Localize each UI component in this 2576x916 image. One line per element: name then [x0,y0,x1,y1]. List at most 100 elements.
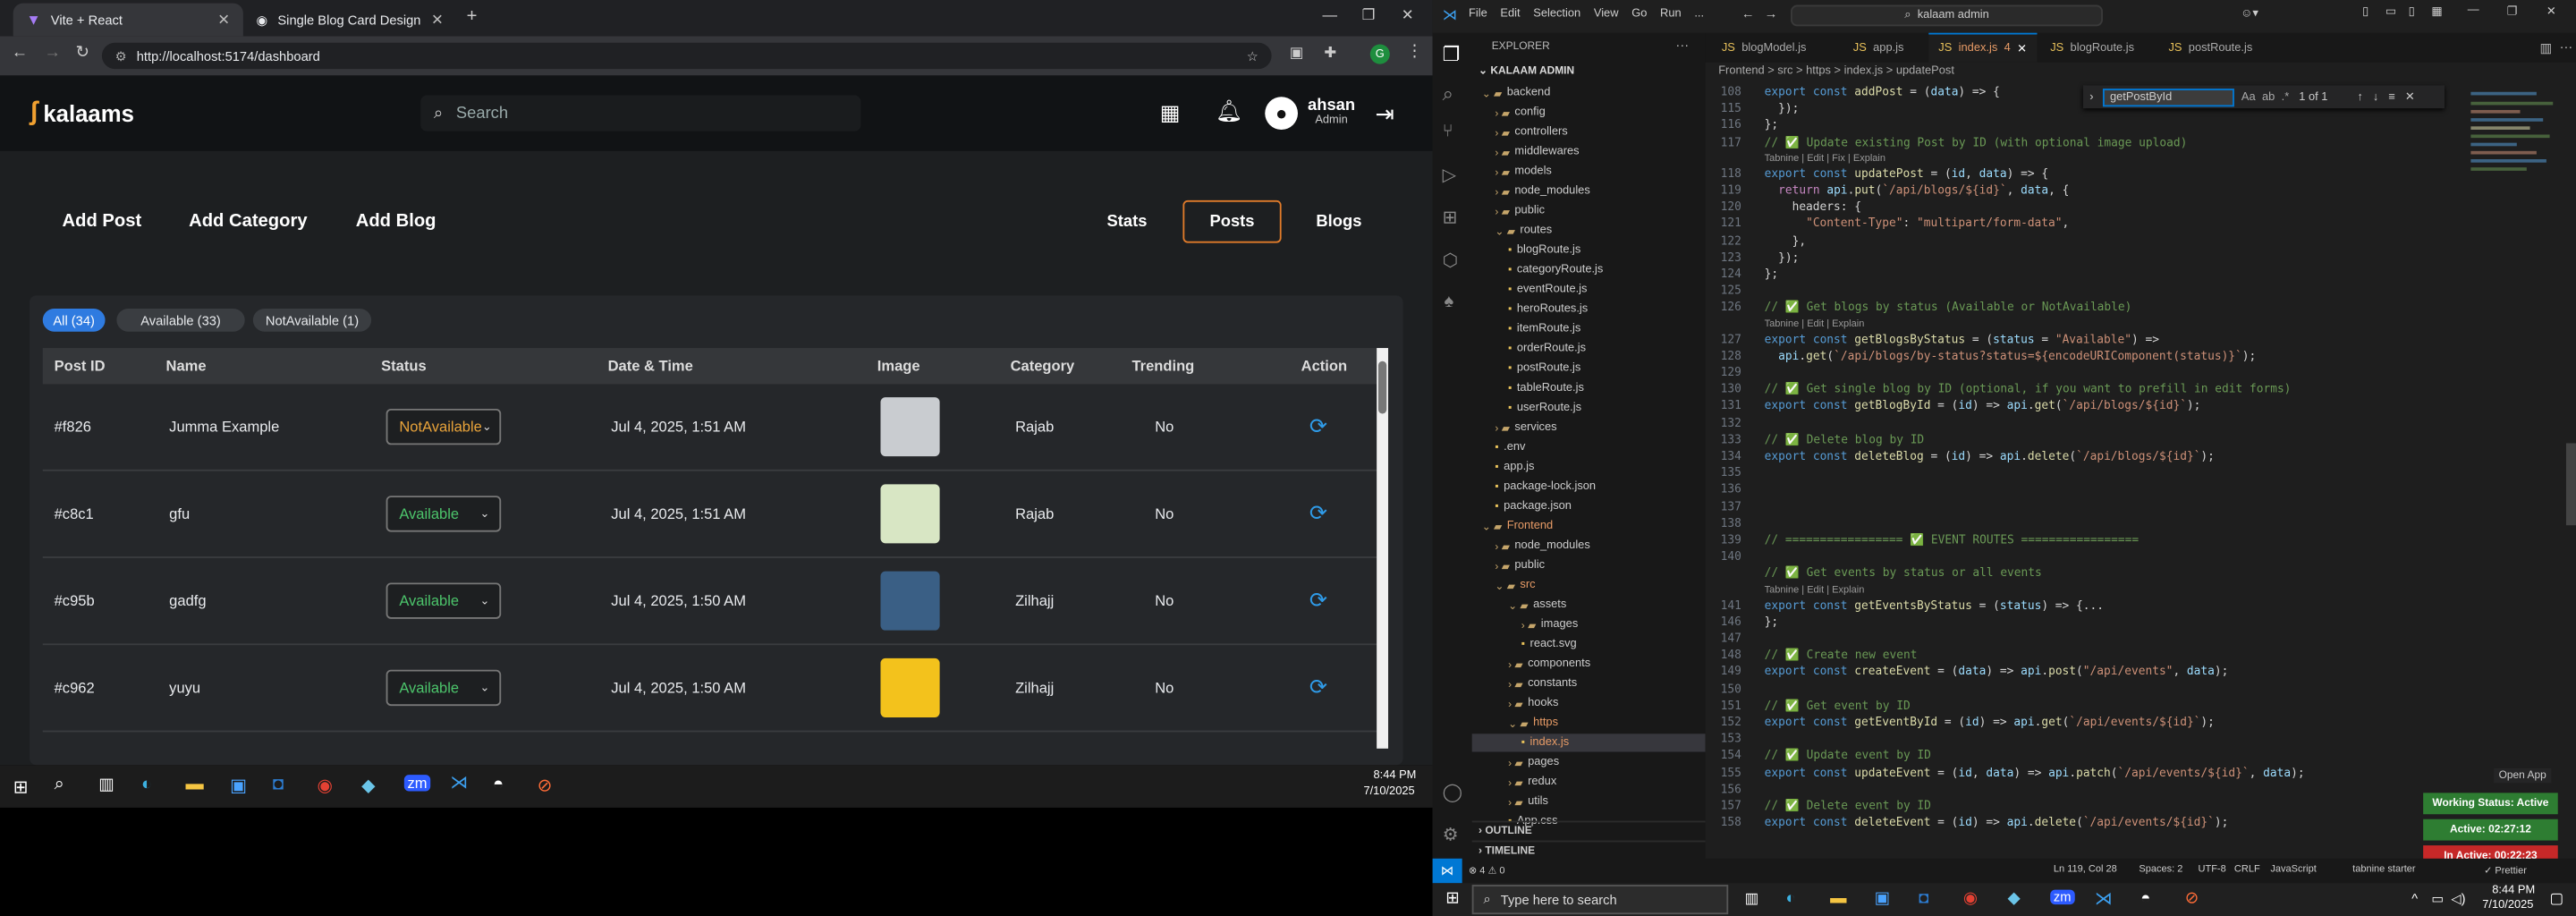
editor-tab[interactable]: JS app.js [1843,33,1914,63]
maximize-icon[interactable]: ❐ [2507,5,2518,18]
regex-icon[interactable]: .* [2282,91,2290,103]
reload-icon[interactable]: ↻ [75,45,89,63]
tree-item[interactable]: › ▰ public [1495,202,1545,220]
bookmark-star-icon[interactable]: ☆ [1247,48,1258,64]
problems-count[interactable]: ⊗ 4 ⚠ 0 [1469,865,1505,877]
tree-item[interactable]: ▪ app.js [1495,458,1534,476]
postman-icon[interactable]: ⊘ [2185,890,2199,908]
code-line[interactable]: // ✅ Get events by status or all events [1765,567,2042,581]
editor-tab[interactable]: JS blogRoute.js [2040,33,2144,63]
remote-icon[interactable]: ⋈ [1432,858,1462,884]
indent-setting[interactable]: Spaces: 2 [2139,865,2182,875]
encoding[interactable]: UTF-8 [2199,865,2226,875]
code-line[interactable]: export const updateEvent = (id, data) =>… [1765,766,2305,779]
workspace-root[interactable]: ⌄ KALAAM ADMIN [1479,64,1574,77]
stats-tab[interactable]: Stats [1084,200,1170,243]
prettier-status[interactable]: ✓ Prettier [2484,865,2527,877]
refresh-icon[interactable]: ⟳ [1309,384,1327,469]
tree-item[interactable]: › ▰ models [1495,163,1551,181]
editor-tab[interactable]: JS blogModel.js [1712,33,1817,63]
previous-match-icon[interactable]: ↑ [2357,91,2362,103]
close-tab-icon[interactable]: ✕ [2017,42,2027,55]
copilot-icon[interactable]: ☺▾ [2241,6,2258,20]
edge-icon[interactable]: ◐ [1785,890,1795,908]
folder-icon[interactable]: ▬ [186,775,204,794]
blogs-tab[interactable]: Blogs [1294,200,1383,243]
tree-item[interactable]: ▪ eventRoute.js [1508,281,1587,299]
run-debug-icon[interactable]: ▷ [1443,165,1457,185]
puzzle-icon[interactable]: ✚ [1324,45,1336,63]
code-line[interactable]: export const getBlogsByStatus = (status … [1765,333,2159,346]
edge-icon[interactable]: ◐ [141,775,152,794]
add-blog-button[interactable]: Add Blog [348,200,444,243]
address-bar[interactable]: ⚙ http://localhost:5174/dashboard ☆ [101,42,1272,70]
code-line[interactable]: // ✅ Update event by ID [1765,750,1931,763]
extension-icon[interactable]: ▣ [1290,45,1304,63]
language-mode[interactable]: JavaScript [2270,865,2316,875]
task-view-icon[interactable]: ▥ [1745,890,1759,908]
add-post-button[interactable]: Add Post [53,200,151,243]
open-app-button[interactable]: Open App [2494,768,2552,784]
code-line[interactable]: export const getEventById = (id) => api.… [1765,716,2215,729]
tree-item[interactable]: ▪ blogRoute.js [1508,242,1580,259]
close-find-icon[interactable]: ✕ [2405,90,2415,104]
cursor-position[interactable]: Ln 119, Col 28 [2054,865,2117,875]
account-icon[interactable]: ◯ [1443,782,1463,802]
breadcrumb[interactable]: Frontend > src > https > index.js > upda… [1718,65,1954,77]
code-line[interactable]: // ✅ Get blogs by status (Available or N… [1765,301,2132,315]
app-icon[interactable]: ◆ [2007,890,2020,908]
layout-sidebar-icon[interactable]: ▯ [2362,5,2368,18]
filter-notavailable[interactable]: NotAvailable (1) [252,308,372,332]
tree-item[interactable]: ▪ itemRoute.js [1508,320,1580,338]
tree-item[interactable]: ▪ categoryRoute.js [1508,261,1603,279]
close-window-icon[interactable]: ✕ [1402,6,1414,24]
code-line[interactable]: return api.put(`/api/blogs/${id}`, data,… [1765,184,2069,198]
windows-start-icon[interactable]: ⊞ [1445,890,1459,908]
next-match-icon[interactable]: ↓ [2373,91,2378,103]
volume-icon[interactable]: ◁) [2451,891,2465,906]
tree-item[interactable]: › ▰ components [1508,655,1590,673]
tree-item[interactable]: ▪ orderRoute.js [1508,340,1586,358]
tree-item[interactable]: ⌄ ▰ Frontend [1482,517,1554,535]
tree-item[interactable]: ⌄ ▰ routes [1495,222,1552,240]
minimize-icon[interactable]: — [1323,6,1338,22]
tree-item[interactable]: ▪ package.json [1495,497,1572,515]
browser-tab-vite[interactable]: ▼ Vite + React ✕ [13,3,243,37]
add-category-button[interactable]: Add Category [187,200,309,243]
chrome-icon[interactable]: ◉ [317,775,333,796]
close-window-icon[interactable]: ✕ [2546,5,2556,18]
tree-item[interactable]: › ▰ config [1495,104,1545,122]
code-line[interactable]: export const addPost = (data) => { [1765,85,2000,98]
posts-tab[interactable]: Posts [1182,199,1282,243]
search-input[interactable]: ⌕ Search [420,95,861,131]
codelens[interactable]: Tabnine | Edit | Explain [1765,319,1865,329]
github-icon[interactable]: ◓ [493,775,504,794]
more-actions-icon[interactable]: ··· [2560,39,2573,55]
menu-item[interactable]: Run [1660,8,1682,20]
code-line[interactable]: }; [1765,267,1778,281]
status-select[interactable]: Available ⌄ [386,582,502,619]
task-view-icon[interactable]: ▥ [98,776,114,794]
outlook-icon[interactable]: ◘ [1919,890,1928,908]
editor-tab[interactable]: JS index.js 4 ✕ [1928,32,2037,63]
chevron-right-icon[interactable]: › [2089,91,2093,103]
more-actions-icon[interactable]: ··· [1675,38,1689,53]
store-icon[interactable]: ▣ [230,775,247,796]
scrollbar-thumb[interactable] [1377,360,1387,414]
timeline-section[interactable]: › TIMELINE [1471,840,1706,859]
back-icon[interactable]: ← [1741,6,1755,21]
code-line[interactable]: }, [1765,234,1807,248]
split-editor-icon[interactable]: ▥ [2540,41,2553,56]
table-scrollbar[interactable] [1377,348,1389,749]
status-select[interactable]: Available ⌄ [386,669,502,707]
taskbar-search[interactable]: ⌕ Type here to search [1471,885,1729,915]
close-tab-icon[interactable]: ✕ [431,11,444,29]
code-line[interactable]: export const deleteBlog = (id) => api.de… [1765,450,2215,463]
app-icon[interactable]: ◆ [361,775,376,796]
match-case-icon[interactable]: Aa [2241,91,2256,103]
tree-item[interactable]: › ▰ redux [1508,773,1556,791]
whole-word-icon[interactable]: ab [2262,91,2275,103]
tree-item[interactable]: › ▰ images [1521,615,1578,633]
notification-icon[interactable]: ▢ [2550,890,2564,908]
vscode-icon[interactable]: ⋊ [2095,888,2113,910]
